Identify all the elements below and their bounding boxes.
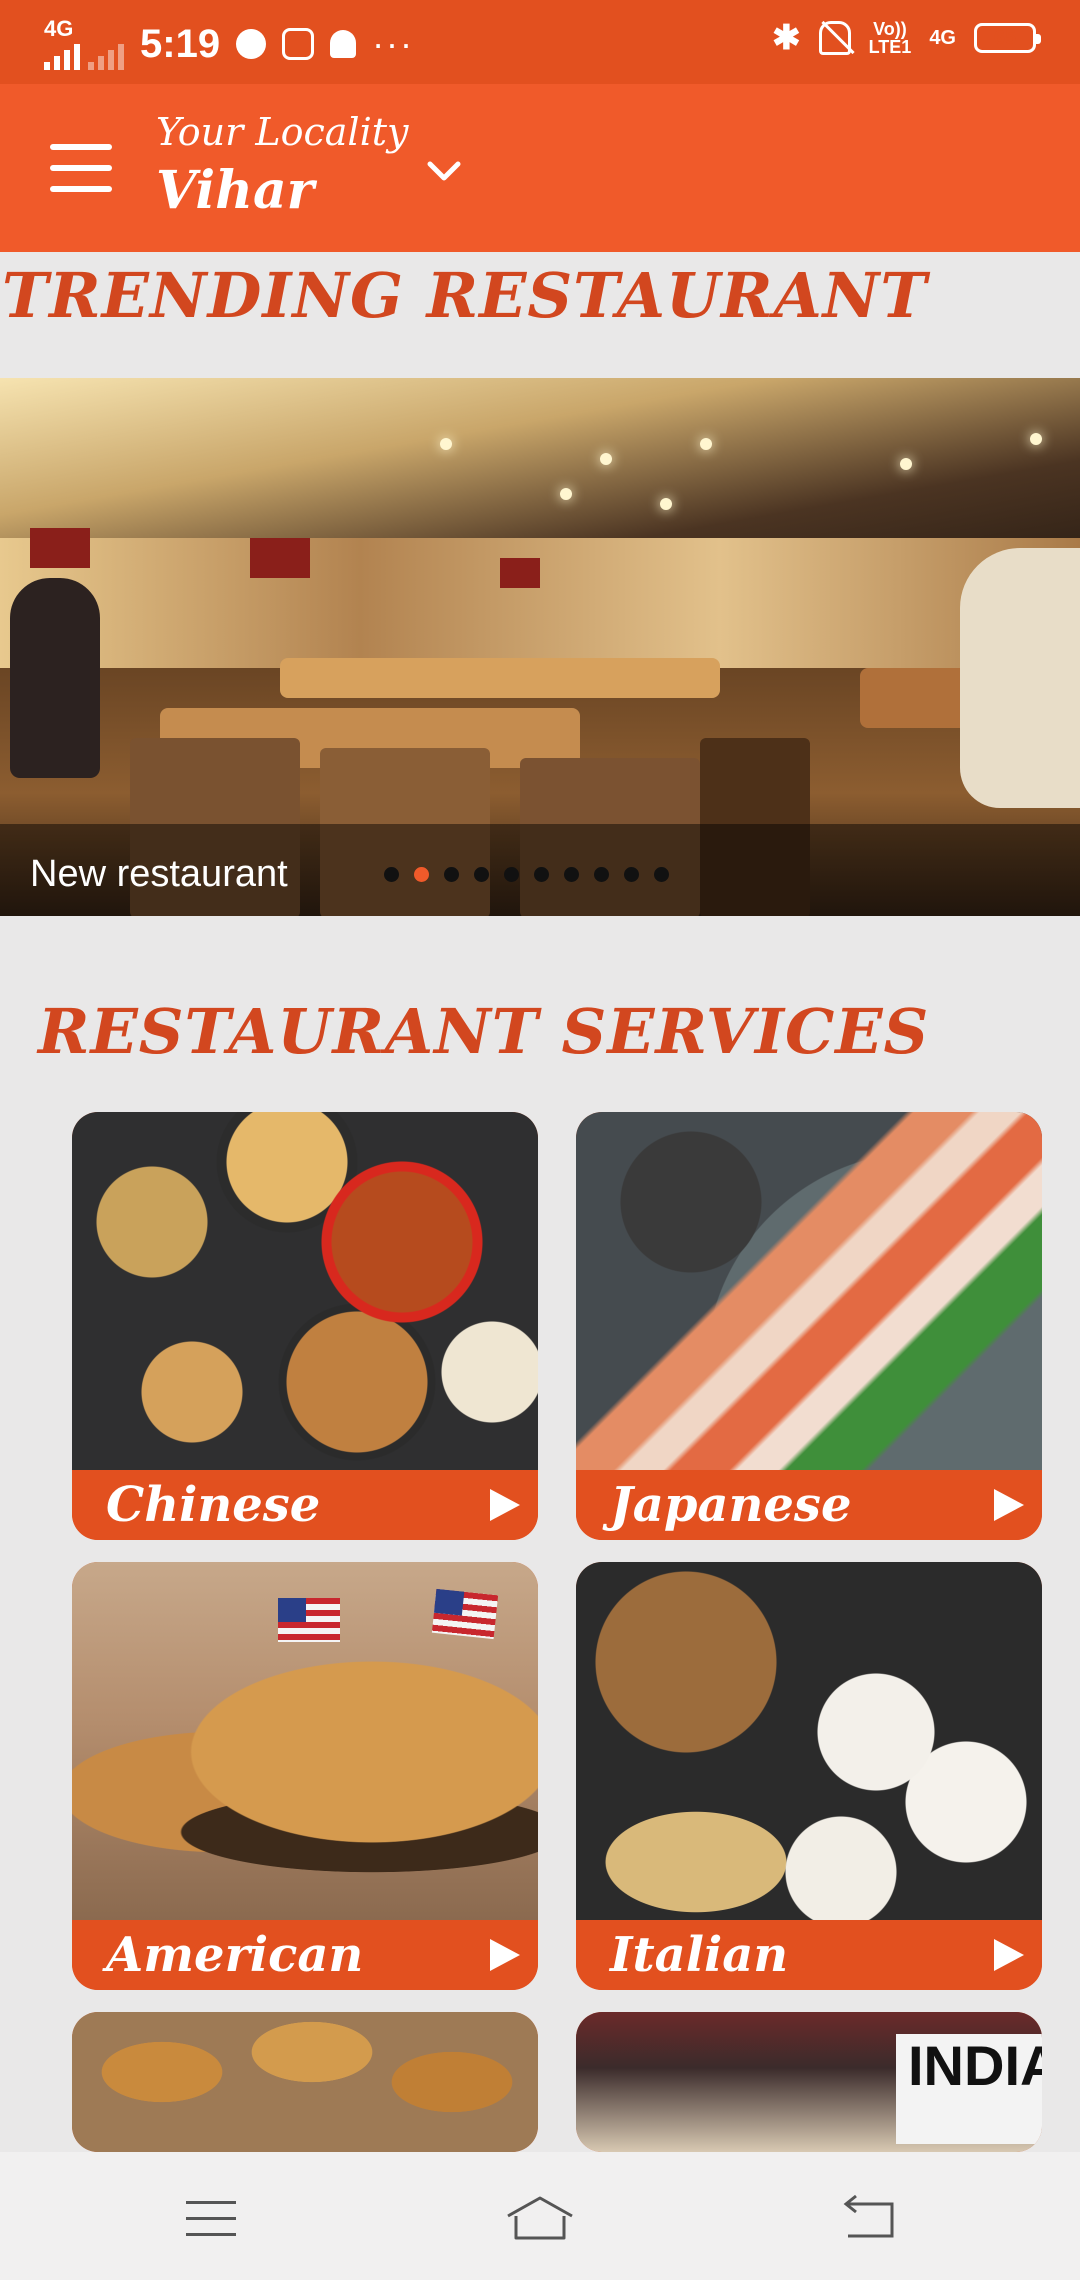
carousel-dot[interactable] — [444, 867, 459, 882]
menu-icon[interactable] — [44, 140, 116, 196]
play-arrow-icon — [490, 1939, 520, 1971]
services-title: RESTAURANT SERVICES — [38, 995, 930, 1068]
network-2-label: 4G — [929, 26, 956, 49]
carousel-caption: New restaurant — [30, 853, 288, 895]
play-arrow-icon — [994, 1489, 1024, 1521]
italian-food-image — [576, 1562, 1042, 1920]
recents-icon[interactable] — [186, 2199, 236, 2237]
service-card-indian[interactable]: INDIAN — [576, 2012, 1042, 2152]
service-card-5[interactable] — [72, 2012, 538, 2152]
instagram-icon — [282, 28, 315, 60]
clock: 5:19 — [140, 22, 221, 66]
whatsapp-icon — [236, 29, 267, 59]
battery-level: 65 — [993, 27, 1017, 49]
trending-carousel[interactable]: New restaurant — [0, 378, 1080, 916]
service-card-american[interactable]: American — [72, 1562, 538, 1990]
play-arrow-icon — [994, 1939, 1024, 1971]
japanese-food-image — [576, 1112, 1042, 1470]
carousel-dot[interactable] — [474, 867, 489, 882]
service-card-italian[interactable]: Italian — [576, 1562, 1042, 1990]
network-type-label: 4G — [44, 16, 74, 41]
card-label: Japanese — [610, 1477, 852, 1533]
carousel-indicator — [384, 867, 669, 882]
carousel-dot[interactable] — [534, 867, 549, 882]
indian-food-image: INDIAN — [576, 2012, 1042, 2152]
carousel-dot[interactable] — [654, 867, 669, 882]
bluetooth-icon: ✱ — [772, 19, 801, 57]
battery-icon: 65 — [974, 23, 1041, 53]
locality-label: Your Locality — [156, 110, 409, 154]
card-label: American — [106, 1927, 364, 1983]
carousel-dot[interactable] — [624, 867, 639, 882]
carousel-dot[interactable] — [564, 867, 579, 882]
card-label: Italian — [610, 1927, 789, 1983]
system-navigation-bar — [0, 2152, 1080, 2280]
card-label: Chinese — [106, 1477, 321, 1533]
signal-icon: 4G — [44, 18, 124, 70]
volte-label: Vo)) LTE1 — [868, 19, 912, 57]
pastry-food-image — [72, 2012, 538, 2152]
chevron-down-icon[interactable] — [424, 150, 464, 190]
snapchat-icon — [330, 30, 357, 58]
locality-value[interactable]: Vihar — [156, 160, 314, 221]
chinese-food-image — [72, 1112, 538, 1470]
service-card-japanese[interactable]: Japanese — [576, 1112, 1042, 1540]
carousel-dot[interactable] — [594, 867, 609, 882]
trending-title: TRENDING RESTAURANT — [2, 259, 928, 332]
play-arrow-icon — [490, 1489, 520, 1521]
home-icon[interactable] — [504, 2194, 576, 2242]
app-bar: Your Locality Vihar — [0, 84, 1080, 252]
more-notifications: ··· — [372, 23, 415, 64]
carousel-dot[interactable] — [414, 867, 429, 882]
american-food-image — [72, 1562, 538, 1920]
status-bar: 4G 5:19 ··· ✱ Vo)) LTE1 4G 65 — [0, 0, 1080, 84]
carousel-dot[interactable] — [384, 867, 399, 882]
carousel-dot[interactable] — [504, 867, 519, 882]
indian-sign: INDIAN — [896, 2034, 1042, 2144]
mute-icon — [818, 21, 851, 55]
service-card-chinese[interactable]: Chinese — [72, 1112, 538, 1540]
back-icon[interactable] — [840, 2194, 896, 2242]
